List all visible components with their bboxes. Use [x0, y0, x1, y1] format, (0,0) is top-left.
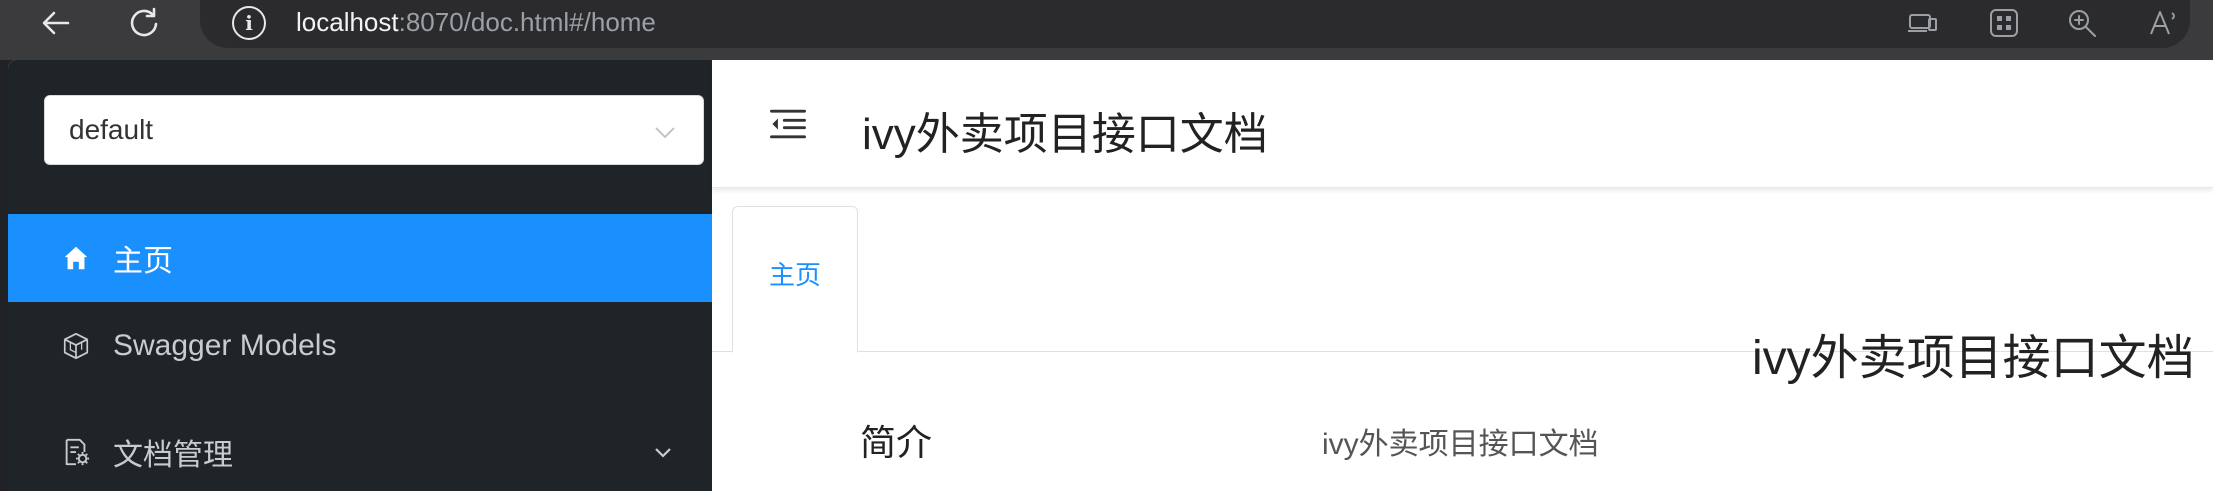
tab-label: 主页	[768, 260, 821, 290]
tab-home[interactable]: 主页	[732, 206, 858, 353]
home-icon	[60, 242, 92, 274]
read-aloud-icon[interactable]	[2146, 6, 2182, 40]
cube-icon	[60, 330, 92, 362]
group-select-value: default	[69, 114, 154, 145]
doc-title: ivy外卖项目接口文档	[1752, 332, 2195, 385]
zoom-icon[interactable]	[2064, 6, 2100, 40]
document-settings-icon	[60, 436, 92, 468]
sidebar-item-doc-management[interactable]: 文档管理	[8, 408, 712, 491]
sidebar-item-label: 文档管理	[113, 439, 233, 472]
reload-icon	[130, 7, 158, 37]
url-path: :8070/doc.html#/home	[398, 7, 656, 37]
content-header: ivy外卖项目接口文档	[712, 60, 2213, 188]
collapse-sidebar-button[interactable]	[764, 100, 812, 148]
info-label-intro: 简介	[860, 422, 933, 463]
sidebar-item-home[interactable]: 主页	[8, 214, 712, 302]
menu-fold-icon	[770, 109, 806, 139]
info-value-intro: ivy外卖项目接口文档	[1322, 428, 1599, 461]
back-button[interactable]	[26, 0, 86, 46]
sidebar-item-label: Swagger Models	[113, 329, 337, 362]
group-select[interactable]: default	[44, 95, 704, 165]
browser-toolbar: i localhost:8070/doc.html#/home	[0, 0, 2213, 60]
back-arrow-icon	[42, 11, 70, 35]
sidebar-item-label: 主页	[113, 245, 173, 278]
page-viewport: default 主页 Swagger Models 文档管理 ivy外卖项目接口…	[8, 60, 2213, 491]
url-host: localhost	[296, 7, 399, 37]
reload-button[interactable]	[114, 0, 174, 46]
chevron-down-icon	[655, 448, 671, 458]
url-text[interactable]: localhost:8070/doc.html#/home	[296, 7, 656, 38]
page-title: ivy外卖项目接口文档	[862, 110, 1268, 159]
main-content: ivy外卖项目接口文档 主页 ivy外卖项目接口文档 简介 ivy外卖项目接口文…	[712, 60, 2213, 491]
sidebar-item-swagger-models[interactable]: Swagger Models	[8, 302, 712, 390]
site-info-icon[interactable]: i	[232, 6, 266, 40]
app-available-icon[interactable]	[1905, 6, 1941, 40]
chevron-down-icon	[655, 127, 675, 139]
sidebar: default 主页 Swagger Models 文档管理	[8, 60, 712, 491]
apps-grid-icon[interactable]	[1986, 6, 2022, 40]
